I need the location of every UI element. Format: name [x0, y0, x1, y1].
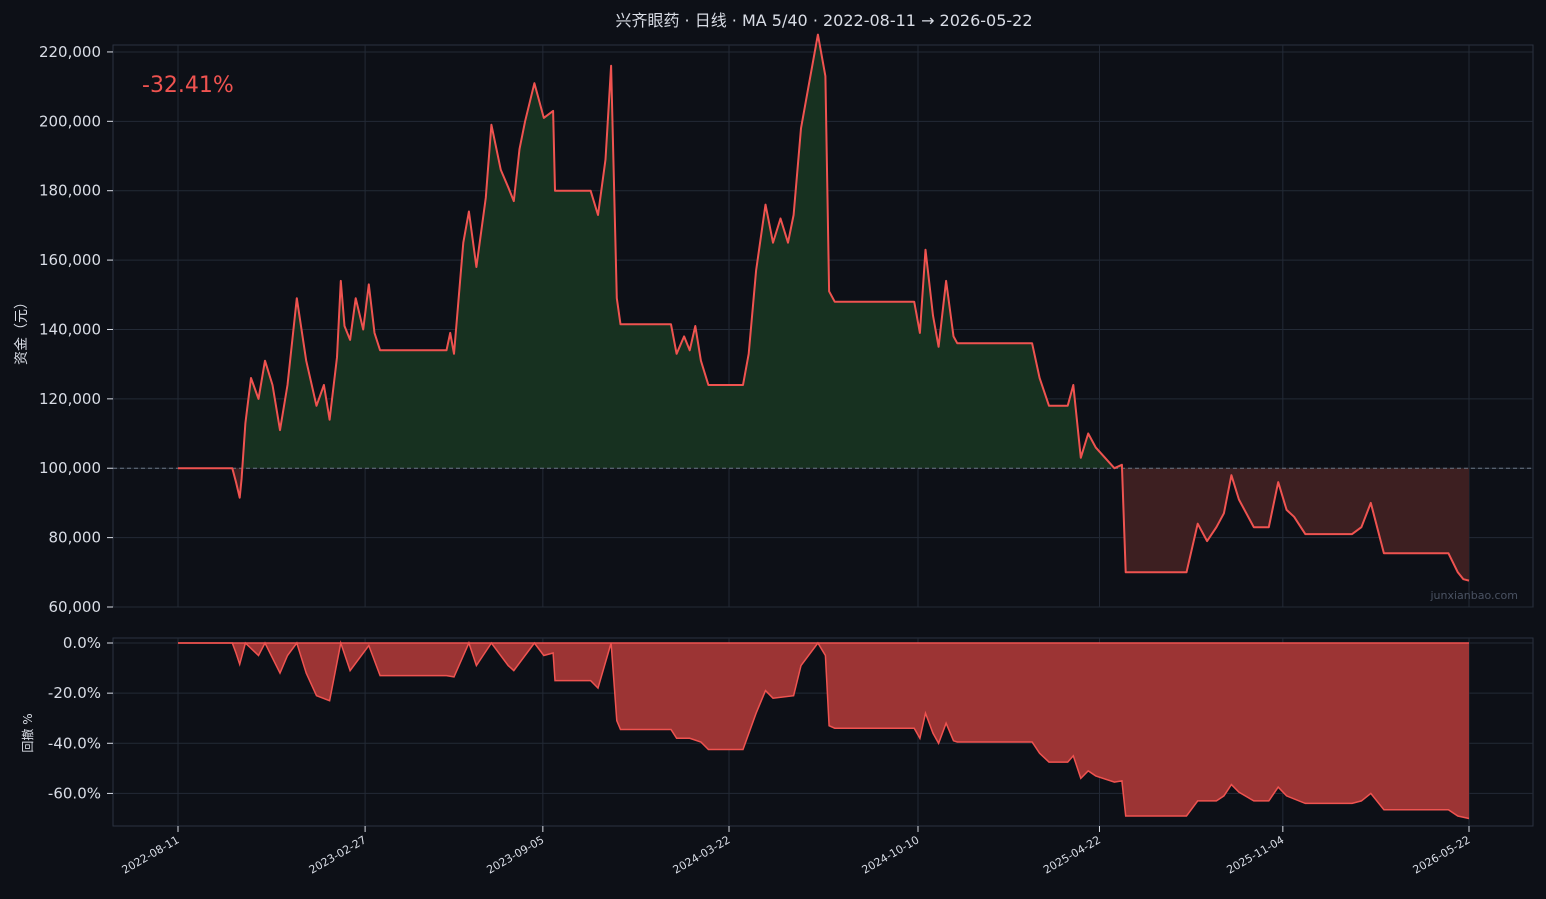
drawdown-y-tick-label: 0.0%	[63, 634, 101, 652]
chart-title: 兴齐眼药 · 日线 · MA 5/40 · 2022-08-11 → 2026-…	[615, 11, 1032, 30]
x-tick-label: 2022-08-11	[120, 833, 182, 876]
drawdown-y-tick-label: -20.0%	[48, 684, 101, 702]
x-tick-label: 2026-05-22	[1411, 833, 1473, 876]
drawdown-y-label: 回撤 %	[20, 713, 35, 752]
equity-y-tick-label: 180,000	[39, 182, 101, 200]
equity-y-tick-label: 120,000	[39, 390, 101, 408]
chart-canvas: 兴齐眼药 · 日线 · MA 5/40 · 2022-08-11 → 2026-…	[14, 11, 1534, 877]
chart-root: 兴齐眼药 · 日线 · MA 5/40 · 2022-08-11 → 2026-…	[0, 0, 1546, 895]
equity-y-axis: 60,000 80,000 100,000 120,000 140,000 160,000…	[39, 43, 113, 616]
return-annotation: -32.41%	[142, 73, 234, 98]
x-tick-label: 2024-03-22	[671, 833, 733, 876]
equity-y-label: 资金（元）	[14, 295, 30, 365]
drawdown-y-tick-label: -40.0%	[48, 734, 101, 752]
x-tick-label: 2024-10-10	[860, 833, 922, 876]
equity-y-tick-label: 220,000	[39, 43, 101, 61]
equity-y-tick-label: 60,000	[49, 598, 102, 616]
equity-y-tick-label: 140,000	[39, 320, 101, 338]
x-tick-label: 2025-04-22	[1041, 833, 1103, 876]
x-tick-label: 2023-02-27	[307, 833, 369, 876]
watermark: junxianbao.com	[1429, 589, 1518, 602]
drawdown-y-tick-label: -60.0%	[48, 784, 101, 802]
drawdown-y-axis: 0.0% -20.0% -40.0% -60.0%	[48, 634, 113, 802]
equity-y-tick-label: 100,000	[39, 459, 101, 477]
equity-y-tick-label: 80,000	[49, 529, 102, 547]
drawdown-series	[178, 640, 1470, 820]
equity-y-tick-label: 160,000	[39, 251, 101, 269]
x-axis: 2022-08-11 2023-02-27 2023-09-05 2024-03-22…	[120, 826, 1473, 877]
x-tick-label: 2023-09-05	[484, 833, 546, 876]
equity-y-tick-label: 200,000	[39, 112, 101, 130]
x-tick-label: 2025-11-04	[1224, 833, 1286, 876]
